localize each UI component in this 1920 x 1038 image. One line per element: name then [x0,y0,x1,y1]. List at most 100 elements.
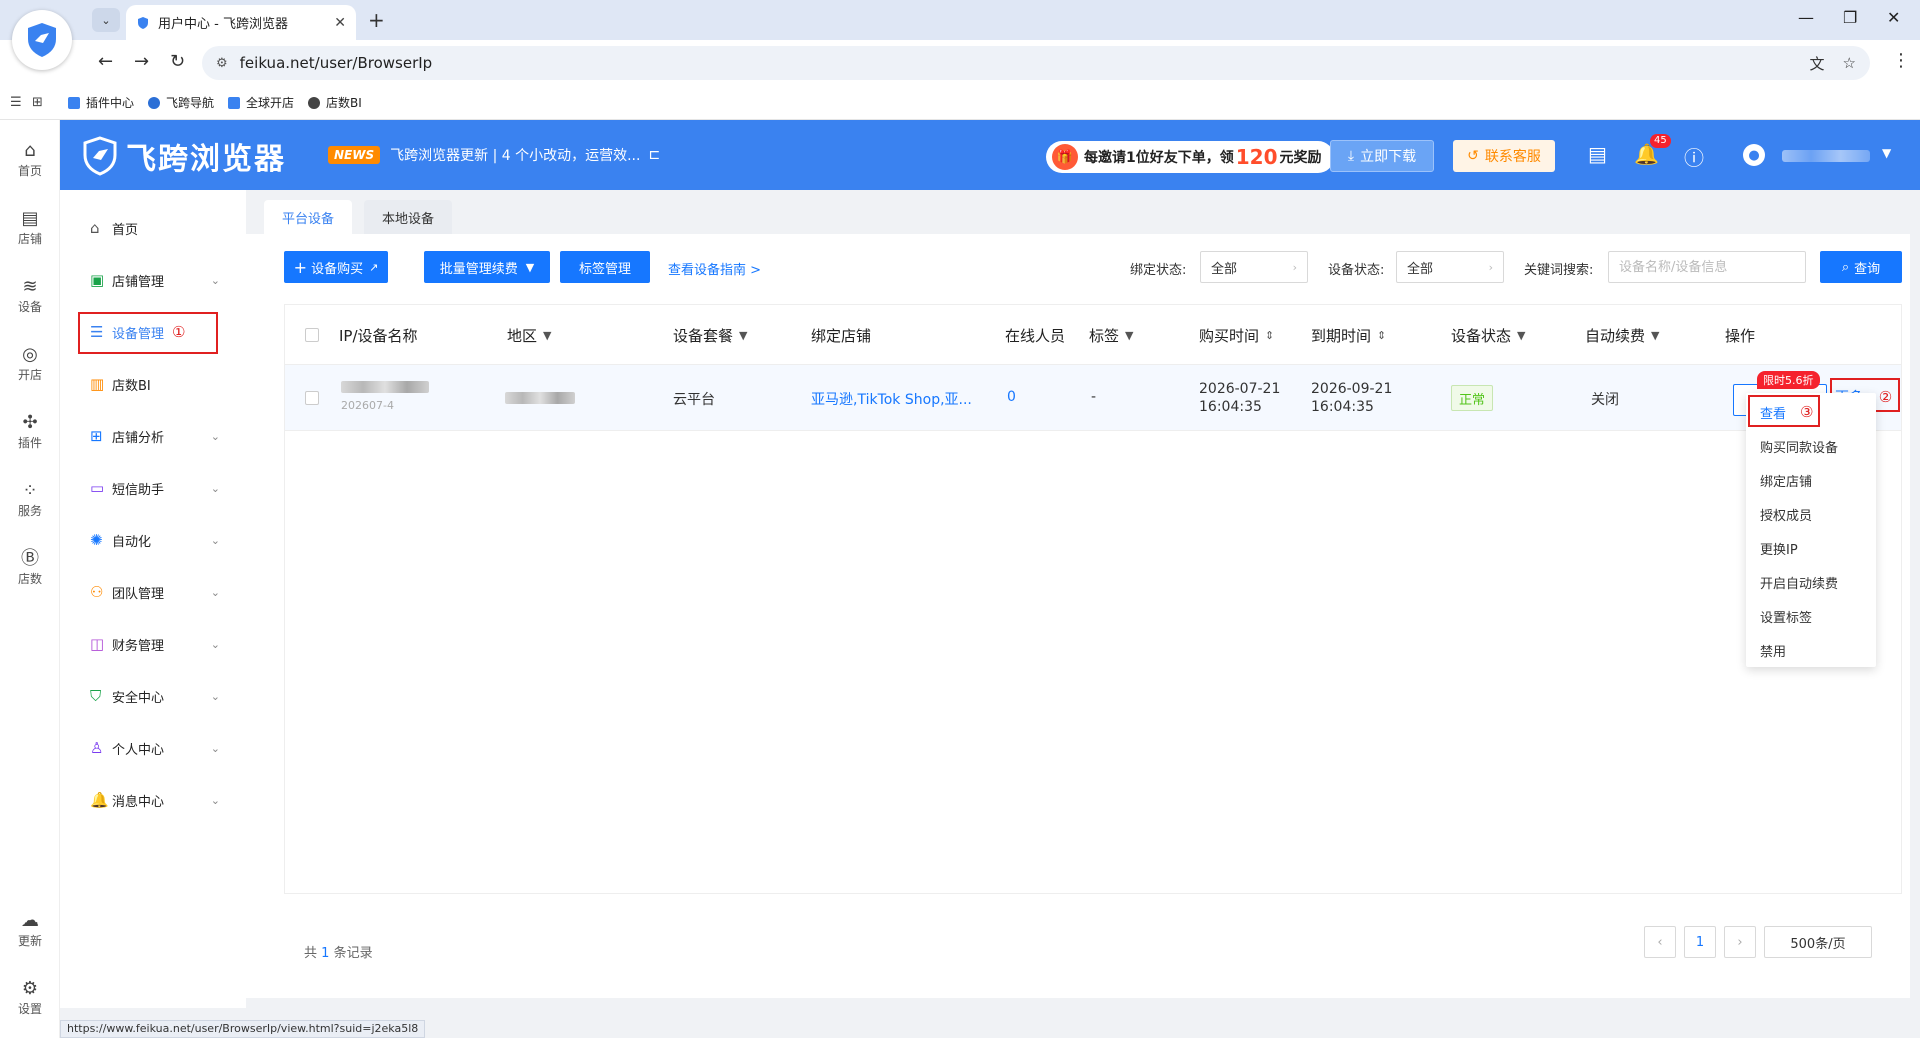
apps-icon[interactable]: ⊞ [32,95,54,110]
rail-item-settings[interactable]: ⚙ 设置 [0,978,60,1017]
menu-item-bind-shop[interactable]: 绑定店铺 [1746,463,1876,497]
external-icon: ⊏ [648,147,661,163]
rail-item-update[interactable]: ☁ 更新 [0,910,60,949]
menu-kebab-icon[interactable]: ⋮ [1892,50,1910,71]
restore-icon[interactable]: ❐ [1843,8,1857,27]
filter-icon[interactable]: ▼ [1651,329,1659,342]
rail-item-plugin[interactable]: ✣ 插件 [0,412,60,451]
prev-page-button[interactable]: ‹ [1644,926,1676,958]
search-button[interactable]: ⌕ 查询 [1820,251,1902,283]
avatar[interactable]: ● [1743,144,1765,166]
bar-chart-icon: ▥ [90,375,105,393]
sidebar-item-finance-management[interactable]: ◫ 财务管理 ⌄ [60,628,246,660]
sidebar-item-security-center[interactable]: ⛉ 安全中心 ⌄ [60,680,246,712]
minimize-icon[interactable]: — [1798,8,1814,27]
sidebar-item-team-management[interactable]: ⚇ 团队管理 ⌄ [60,576,246,608]
filter-icon[interactable]: ▼ [543,329,551,342]
filter-icon[interactable]: ▼ [739,329,747,342]
select-all-checkbox[interactable] [305,328,319,342]
forward-icon[interactable]: → [134,51,149,72]
brand-logo[interactable]: 飞跨浏览器 [82,134,286,178]
tab-platform-devices[interactable]: 平台设备 [264,200,353,234]
bookmark-plugin-center[interactable]: 插件中心 [68,94,134,111]
menu-item-disable[interactable]: 禁用 [1746,633,1876,667]
column-label: 到期时间 [1311,327,1372,345]
sidebar-item-sms-assistant[interactable]: ▭ 短信助手 ⌄ [60,472,246,504]
url-text[interactable]: feikua.net/user/BrowserIp [240,54,1792,72]
rail-label: 店数 [17,572,42,586]
site-info-icon[interactable]: ⚙ [216,56,228,71]
back-icon[interactable]: ← [98,51,113,72]
device-status-select[interactable]: 全部 › [1396,251,1504,283]
bookmark-feikua-nav[interactable]: 飞跨导航 [148,94,214,111]
sidebar-item-store-analysis[interactable]: ⊞ 店铺分析 ⌄ [60,420,246,452]
browser-tab[interactable]: 用户中心 - 飞跨浏览器 ✕ [126,5,356,40]
tag-management-button[interactable]: 标签管理 [560,251,650,283]
rail-item-store-bi[interactable]: Ⓑ 店数 [0,548,60,587]
bookmark-star-icon[interactable]: ☆ [1843,54,1856,72]
sidebar-item-home[interactable]: ⌂ 首页 [60,212,246,244]
close-window-icon[interactable]: ✕ [1887,8,1900,27]
rail-item-home[interactable]: ⌂ 首页 [0,140,60,179]
sort-icon[interactable]: ⇕ [1265,329,1274,342]
content-panel: + 设备购买 ↗ 批量管理续费 ▼ 标签管理 查看设备指南 > 绑定状态: 全部… [246,234,1910,998]
document-icon[interactable]: ▤ [1588,142,1607,166]
app-header: 飞跨浏览器 NEWS 飞跨浏览器更新 | 4 个小改动，运营效... ⊏ 🎁 每… [60,120,1920,190]
home-icon: ⌂ [24,140,36,161]
chevron-down-icon: ⌄ [210,637,220,651]
help-icon[interactable]: ⓘ [1684,142,1704,171]
page-number-button[interactable]: 1 [1684,926,1716,958]
device-guide-link[interactable]: 查看设备指南 > [668,259,761,278]
filter-icon[interactable]: ▼ [1517,329,1525,342]
filter-icon[interactable]: ▼ [1125,329,1133,342]
omnibox[interactable]: ⚙ feikua.net/user/BrowserIp 文 ☆ [202,46,1870,80]
bind-status-select[interactable]: 全部 › [1200,251,1308,283]
sidebar-item-label: 店数BI [112,378,151,394]
sidebar-item-message-center[interactable]: 🔔 消息中心 ⌄ [60,784,246,816]
search-icon: ⌕ [1841,259,1850,275]
news-ticker[interactable]: NEWS 飞跨浏览器更新 | 4 个小改动，运营效... ⊏ [328,145,660,165]
page-size-select[interactable]: 500条/页 [1764,926,1872,958]
sidebar-item-automation[interactable]: ✺ 自动化 ⌄ [60,524,246,556]
menu-item-set-tag[interactable]: 设置标签 [1746,599,1876,633]
bookmarks-bar: ☰ ⊞ 插件中心 飞跨导航 全球开店 店数BI [0,86,1920,120]
rail-item-service[interactable]: ⁘ 服务 [0,480,60,519]
main-area: 平台设备 本地设备 + 设备购买 ↗ 批量管理续费 ▼ 标签管理 查看设备指南 … [246,190,1920,1008]
row-checkbox[interactable] [305,391,319,405]
tab-local-devices[interactable]: 本地设备 [364,200,453,234]
sidebar-toggle-icon[interactable]: ☰ [10,95,32,110]
sidebar-item-label: 自动化 [112,534,152,550]
column-device-status: 设备状态 ▼ [1451,325,1525,346]
browser-logo[interactable] [12,10,72,70]
close-tab-icon[interactable]: ✕ [334,15,346,31]
translate-icon[interactable]: 文 [1810,53,1825,74]
sidebar-item-personal-center[interactable]: ♙ 个人中心 ⌄ [60,732,246,764]
invite-banner[interactable]: 🎁 每邀请1位好友下单，领 120 元奖励 [1046,141,1334,173]
menu-item-buy-same-device[interactable]: 购买同款设备 [1746,429,1876,463]
rail-item-device[interactable]: ≋ 设备 [0,276,60,315]
reload-icon[interactable]: ↻ [170,51,185,72]
menu-item-enable-auto-renew[interactable]: 开启自动续费 [1746,565,1876,599]
sidebar-item-shop-management[interactable]: ▣ 店铺管理 ⌄ [60,264,246,296]
contact-service-button[interactable]: ↺ 联系客服 [1453,140,1555,172]
tab-list-button[interactable]: ⌄ [92,8,120,32]
online-users-link[interactable]: 0 [1007,389,1016,405]
buy-device-button[interactable]: + 设备购买 ↗ [284,251,388,283]
caret-down-icon[interactable]: ▼ [1882,146,1891,160]
bookmark-global-store[interactable]: 全球开店 [228,94,294,111]
next-page-button[interactable]: › [1724,926,1756,958]
rail-item-shop[interactable]: ▤ 店铺 [0,208,60,247]
new-tab-icon[interactable]: + [368,8,385,32]
sidebar-item-store-bi[interactable]: ▥ 店数BI [60,368,246,400]
bind-status-label: 绑定状态: [1130,263,1187,278]
menu-item-authorize-member[interactable]: 授权成员 [1746,497,1876,531]
sort-icon[interactable]: ⇕ [1377,329,1386,342]
bookmark-store-bi[interactable]: 店数BI [308,94,362,111]
username-redacted[interactable] [1782,150,1870,162]
menu-item-change-ip[interactable]: 更换IP [1746,531,1876,565]
rail-item-open-store[interactable]: ◎ 开店 [0,344,60,383]
keyword-search-input[interactable] [1608,251,1806,283]
download-button[interactable]: ⤓ 立即下载 [1330,140,1434,172]
batch-renew-button[interactable]: 批量管理续费 ▼ [424,251,550,283]
bound-shop-link[interactable]: 亚马逊,TikTok Shop,亚... [811,389,972,409]
